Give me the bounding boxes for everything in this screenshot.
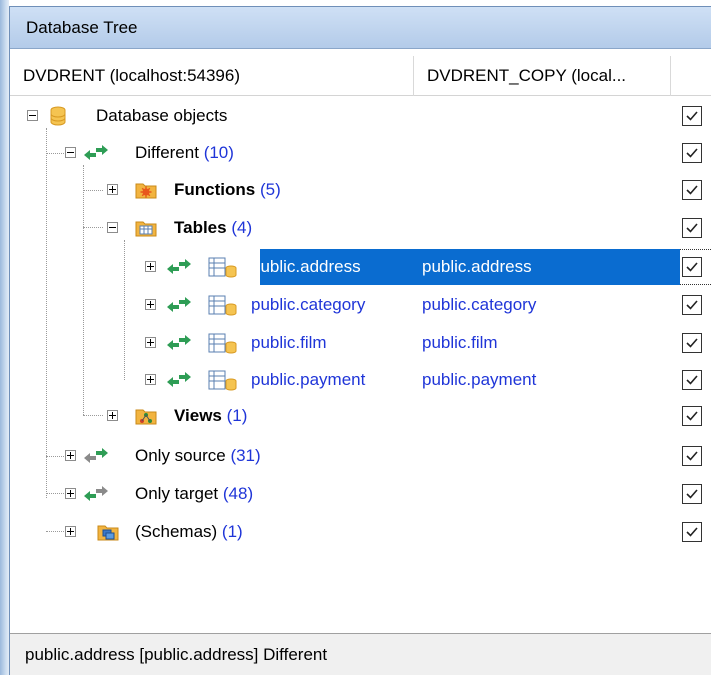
column-header: DVDRENT (localhost:54396) DVDRENT_COPY (… (10, 56, 711, 96)
table-db-icon (208, 370, 237, 391)
bidirectional-arrow-icon (84, 145, 108, 160)
include-checkbox[interactable] (682, 484, 702, 504)
column-separator[interactable] (413, 56, 414, 96)
include-checkbox[interactable] (682, 180, 702, 200)
bidirectional-arrow-icon (167, 372, 191, 387)
target-object-name: public.film (422, 333, 498, 352)
include-checkbox[interactable] (682, 106, 702, 126)
expand-toggle[interactable] (145, 374, 156, 385)
table-db-icon (208, 333, 237, 354)
include-checkbox[interactable] (682, 218, 702, 238)
node-label: Tables (4) (174, 218, 253, 237)
table-db-icon (208, 257, 237, 278)
table-row[interactable]: public.payment public.payment (10, 362, 711, 399)
status-text: public.address [public.address] Differen… (25, 645, 328, 664)
expand-toggle[interactable] (107, 184, 118, 195)
collapse-toggle[interactable] (27, 110, 38, 121)
status-bar: public.address [public.address] Differen… (10, 633, 711, 675)
source-object-name: public.payment (251, 370, 366, 389)
source-object-name: public.category (251, 295, 366, 314)
database-tree-panel: Database Tree DVDRENT (localhost:54396) … (0, 0, 711, 675)
expand-toggle[interactable] (65, 450, 76, 461)
node-label: Only source (31) (135, 446, 261, 465)
tree-node-only-target[interactable]: Only target (48) (10, 476, 711, 513)
target-object-name: public.address (422, 257, 532, 276)
bidirectional-arrow-icon (167, 297, 191, 312)
include-checkbox[interactable] (682, 522, 702, 542)
table-row[interactable]: public.film public.film (10, 325, 711, 362)
bidirectional-arrow-icon (167, 259, 191, 274)
include-checkbox[interactable] (682, 257, 702, 277)
column-header-target[interactable]: DVDRENT_COPY (local... (427, 66, 626, 86)
column-separator[interactable] (670, 56, 671, 96)
node-label: Functions (5) (174, 180, 281, 199)
right-arrow-icon (84, 448, 108, 463)
tree-node-tables[interactable]: Tables (4) (10, 210, 711, 247)
left-arrow-icon (84, 486, 108, 501)
node-label: (Schemas) (1) (135, 522, 243, 541)
node-label: Views (1) (174, 406, 248, 425)
source-object-name: public.address (251, 257, 361, 276)
include-checkbox[interactable] (682, 406, 702, 426)
window-left-border (0, 0, 9, 675)
collapse-toggle[interactable] (107, 222, 118, 233)
table-row[interactable]: public.category public.category (10, 287, 711, 324)
tree-node-views[interactable]: Views (1) (10, 398, 711, 435)
tree-node-schemas[interactable]: (Schemas) (1) (10, 514, 711, 551)
functions-folder-icon (135, 183, 157, 199)
tree-node-only-source[interactable]: Only source (31) (10, 438, 711, 475)
expand-toggle[interactable] (65, 488, 76, 499)
target-object-name: public.category (422, 295, 537, 314)
tables-folder-icon (135, 221, 157, 237)
node-label: Different (10) (135, 143, 234, 162)
include-checkbox[interactable] (682, 295, 702, 315)
node-label: Only target (48) (135, 484, 254, 503)
database-icon (50, 106, 66, 126)
column-header-source[interactable]: DVDRENT (localhost:54396) (23, 66, 240, 86)
tree-node-database-objects[interactable]: Database objects (10, 98, 711, 135)
include-checkbox[interactable] (682, 370, 702, 390)
source-object-name: public.film (251, 333, 327, 352)
table-row[interactable]: public.address public.address (10, 249, 711, 286)
bidirectional-arrow-icon (167, 335, 191, 350)
tree-node-different[interactable]: Different (10) (10, 135, 711, 172)
views-folder-icon (135, 409, 157, 425)
collapse-toggle[interactable] (65, 147, 76, 158)
expand-toggle[interactable] (145, 337, 156, 348)
panel-title-bar[interactable]: Database Tree (10, 7, 711, 49)
table-db-icon (208, 295, 237, 316)
expand-toggle[interactable] (65, 526, 76, 537)
expand-toggle[interactable] (145, 261, 156, 272)
include-checkbox[interactable] (682, 143, 702, 163)
panel-title: Database Tree (26, 18, 138, 37)
schemas-folder-icon (97, 525, 119, 541)
target-object-name: public.payment (422, 370, 537, 389)
expand-toggle[interactable] (107, 410, 118, 421)
node-label: Database objects (96, 106, 228, 125)
expand-toggle[interactable] (145, 299, 156, 310)
tree-node-functions[interactable]: Functions (5) (10, 172, 711, 209)
include-checkbox[interactable] (682, 446, 702, 466)
include-checkbox[interactable] (682, 333, 702, 353)
